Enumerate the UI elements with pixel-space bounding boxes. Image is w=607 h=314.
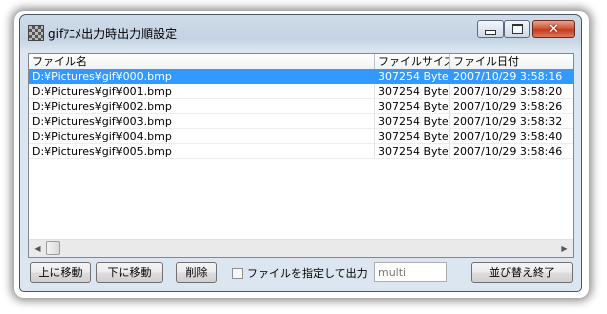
cell-filesize: 307254 Byte <box>375 144 450 159</box>
scrollbar-thumb[interactable] <box>46 241 60 255</box>
cell-filesize: 307254 Byte <box>375 114 450 129</box>
close-button[interactable]: ✕ <box>532 20 575 38</box>
cell-filesize: 307254 Byte <box>375 69 450 84</box>
scroll-left-icon[interactable]: ◀ <box>29 240 46 257</box>
window-title: gifｱﾆﾒ出力時出力順設定 <box>48 27 178 41</box>
cell-filedate: 2007/10/29 3:58:26 <box>450 99 573 114</box>
dialog-window: gifｱﾆﾒ出力時出力順設定 ✕ ファイル名 ファイルサイズ ファイル日付 D:… <box>19 14 582 292</box>
column-header-filesize[interactable]: ファイルサイズ <box>375 54 450 69</box>
maximize-button[interactable] <box>504 20 530 38</box>
cell-filesize: 307254 Byte <box>375 129 450 144</box>
cell-filename: D:¥Pictures¥gif¥000.bmp <box>29 69 375 84</box>
cell-filename: D:¥Pictures¥gif¥002.bmp <box>29 99 375 114</box>
minimize-button[interactable] <box>477 20 504 38</box>
cell-filedate: 2007/10/29 3:58:32 <box>450 114 573 129</box>
output-file-checkbox[interactable] <box>232 267 243 279</box>
scroll-right-icon[interactable]: ▶ <box>556 240 573 257</box>
move-down-button[interactable]: 下に移動 <box>96 262 163 283</box>
list-rows: D:¥Pictures¥gif¥000.bmp 307254 Byte 2007… <box>29 69 573 159</box>
list-header: ファイル名 ファイルサイズ ファイル日付 <box>29 54 573 70</box>
table-row[interactable]: D:¥Pictures¥gif¥005.bmp 307254 Byte 2007… <box>29 144 573 159</box>
output-file-option[interactable]: ファイルを指定して出力 <box>232 266 368 280</box>
move-up-button[interactable]: 上に移動 <box>30 262 91 283</box>
output-file-checkbox-label: ファイルを指定して出力 <box>247 267 368 280</box>
cell-filedate: 2007/10/29 3:58:46 <box>450 144 573 159</box>
horizontal-scrollbar[interactable]: ◀ ▶ <box>29 239 573 257</box>
output-filename-input[interactable] <box>374 262 447 282</box>
table-row[interactable]: D:¥Pictures¥gif¥003.bmp 307254 Byte 2007… <box>29 114 573 129</box>
cell-filename: D:¥Pictures¥gif¥004.bmp <box>29 129 375 144</box>
finish-sort-button[interactable]: 並び替え終了 <box>471 262 573 283</box>
title-bar[interactable]: gifｱﾆﾒ出力時出力順設定 ✕ <box>20 15 581 49</box>
column-header-filedate[interactable]: ファイル日付 <box>450 54 573 69</box>
table-row[interactable]: D:¥Pictures¥gif¥001.bmp 307254 Byte 2007… <box>29 84 573 99</box>
cell-filedate: 2007/10/29 3:58:16 <box>450 69 573 84</box>
cell-filedate: 2007/10/29 3:58:40 <box>450 129 573 144</box>
cell-filename: D:¥Pictures¥gif¥003.bmp <box>29 114 375 129</box>
maximize-icon <box>511 24 523 34</box>
column-header-filename[interactable]: ファイル名 <box>29 54 375 69</box>
cell-filesize: 307254 Byte <box>375 84 450 99</box>
app-icon <box>28 25 44 41</box>
cell-filename: D:¥Pictures¥gif¥001.bmp <box>29 84 375 99</box>
table-row[interactable]: D:¥Pictures¥gif¥002.bmp 307254 Byte 2007… <box>29 99 573 114</box>
table-row[interactable]: D:¥Pictures¥gif¥004.bmp 307254 Byte 2007… <box>29 129 573 144</box>
cell-filename: D:¥Pictures¥gif¥005.bmp <box>29 144 375 159</box>
table-row[interactable]: D:¥Pictures¥gif¥000.bmp 307254 Byte 2007… <box>29 69 573 84</box>
cell-filedate: 2007/10/29 3:58:20 <box>450 84 573 99</box>
cell-filesize: 307254 Byte <box>375 99 450 114</box>
close-icon: ✕ <box>548 21 559 37</box>
file-list[interactable]: ファイル名 ファイルサイズ ファイル日付 D:¥Pictures¥gif¥000… <box>28 53 574 258</box>
minimize-icon <box>485 29 496 35</box>
delete-button[interactable]: 削除 <box>176 262 217 283</box>
